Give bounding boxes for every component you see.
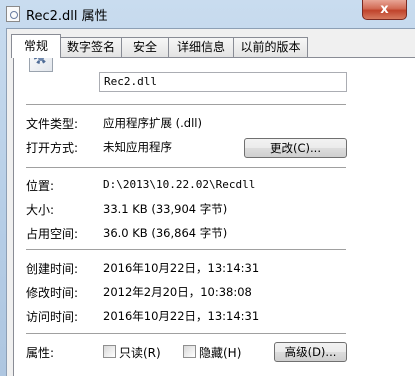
- dll-file-icon: [6, 6, 20, 22]
- hidden-label[interactable]: 隐藏(H): [199, 344, 241, 361]
- file-type-value: 应用程序扩展 (.dll): [103, 116, 202, 130]
- readonly-label[interactable]: 只读(R): [119, 344, 161, 361]
- close-button[interactable]: x: [362, 0, 407, 20]
- properties-window: Rec2.dll 属性 x 常规 数字签名 安全 详细信息 以前的版本 Rec2…: [0, 0, 415, 376]
- separator: [26, 104, 346, 106]
- size-on-disk-value: 36.0 KB (36,864 字节): [103, 226, 228, 240]
- size-label: 大小:: [26, 203, 55, 217]
- separator: [26, 167, 346, 169]
- change-button[interactable]: 更改(C)...: [244, 138, 347, 158]
- modified-label: 修改时间:: [26, 286, 79, 300]
- hidden-checkbox[interactable]: [183, 345, 196, 358]
- window-title: Rec2.dll 属性: [26, 9, 108, 24]
- file-type-label: 文件类型:: [26, 117, 79, 131]
- size-value: 33.1 KB (33,904 字节): [103, 202, 228, 216]
- created-value: 2016年10月22日，13:14:31: [103, 261, 260, 275]
- attributes-label: 属性:: [26, 346, 55, 360]
- size-on-disk-label: 占用空间:: [26, 227, 79, 241]
- tab-general[interactable]: 常规: [11, 34, 61, 58]
- readonly-checkbox[interactable]: [103, 345, 116, 358]
- title-bar[interactable]: Rec2.dll 属性 x: [0, 0, 415, 28]
- tab-digital-signatures[interactable]: 数字签名: [60, 37, 122, 57]
- file-name-field[interactable]: Rec2.dll: [99, 72, 347, 92]
- separator: [26, 333, 346, 335]
- tab-previous-versions[interactable]: 以前的版本: [233, 37, 308, 57]
- open-with-label: 打开方式:: [26, 141, 79, 155]
- advanced-button[interactable]: 高级(D)...: [274, 342, 347, 362]
- tab-details[interactable]: 详细信息: [168, 37, 234, 57]
- accessed-value: 2016年10月22日，13:14:31: [103, 309, 260, 323]
- tab-security[interactable]: 安全: [121, 37, 169, 57]
- close-icon: x: [380, 2, 389, 17]
- open-with-value: 未知应用程序: [103, 140, 172, 154]
- modified-value: 2012年2月20日，10:38:08: [103, 285, 252, 299]
- location-value: D:\2013\10.22.02\Recdll: [103, 178, 256, 191]
- created-label: 创建时间:: [26, 262, 79, 276]
- separator: [26, 249, 346, 251]
- accessed-label: 访问时间:: [26, 310, 79, 324]
- location-label: 位置:: [26, 179, 55, 193]
